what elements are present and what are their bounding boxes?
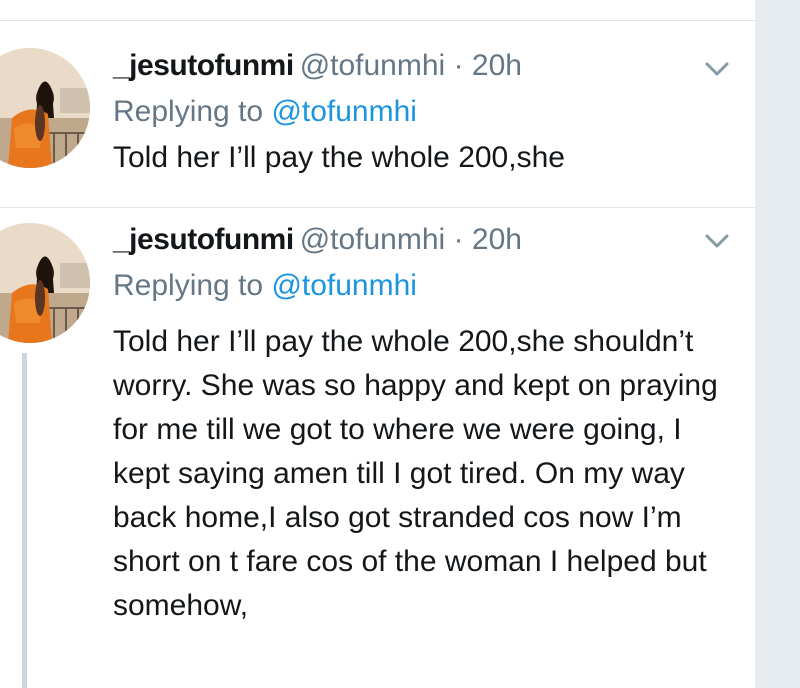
separator: · (453, 223, 464, 256)
avatar[interactable] (0, 48, 90, 168)
separator: · (453, 49, 464, 82)
tweet-header: _jesutofunmi @tofunmhi · 20h (113, 222, 522, 258)
user-handle[interactable]: @tofunmhi (300, 49, 446, 82)
timestamp[interactable]: 20h (472, 49, 522, 82)
tweet-text: Told her I’ll pay the whole 200,she shou… (113, 325, 718, 622)
tweet[interactable]: _jesutofunmi @tofunmhi · 20h Replying to … (0, 22, 755, 178)
tweet-text: Told her I’ll pay the whole 200,she (113, 141, 565, 174)
tweet-header: _jesutofunmi @tofunmhi · 20h (113, 48, 522, 84)
user-handle[interactable]: @tofunmhi (300, 223, 446, 256)
thread-line (22, 353, 27, 688)
replying-to-handle[interactable]: @tofunmhi (271, 269, 417, 302)
chevron-down-icon[interactable] (704, 60, 730, 78)
replying-to: Replying to @tofunmhi (113, 268, 417, 304)
tweet[interactable]: _jesutofunmi @tofunmhi · 20h Replying to … (0, 208, 755, 688)
display-name[interactable]: _jesutofunmi (113, 49, 294, 82)
avatar[interactable] (0, 223, 90, 343)
replying-to-label: Replying to (113, 269, 264, 302)
chevron-down-icon[interactable] (704, 232, 730, 250)
display-name[interactable]: _jesutofunmi (113, 223, 294, 256)
tweet-divider (0, 20, 755, 21)
tweet-gap (0, 178, 755, 207)
scrollbar[interactable] (755, 0, 800, 688)
replying-to: Replying to @tofunmhi (113, 94, 417, 130)
replying-to-label: Replying to (113, 95, 264, 128)
timestamp[interactable]: 20h (472, 223, 522, 256)
replying-to-handle[interactable]: @tofunmhi (271, 95, 417, 128)
